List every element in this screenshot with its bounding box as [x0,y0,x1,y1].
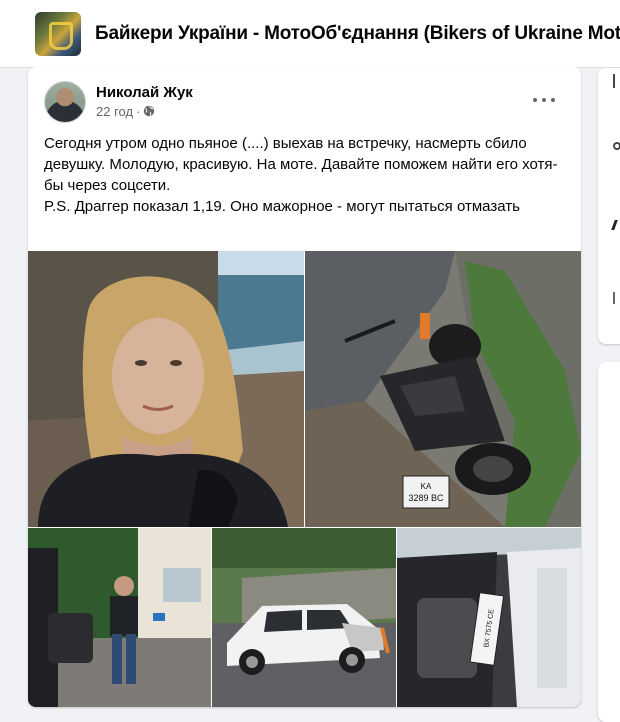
divider-icon [613,292,620,304]
post-card: Николай Жук 22 год · Сегодня утром одно … [28,67,581,707]
group-title[interactable]: Байкери України - МотоОб'єднання (Bikers… [95,23,620,45]
more-dot-icon [542,98,546,102]
svg-text:3289 BC: 3289 BC [408,493,444,503]
right-card [598,362,620,722]
more-dot-icon [533,98,537,102]
author-name[interactable]: Николай Жук [96,84,193,101]
globe-icon [143,105,155,117]
right-column [598,68,620,722]
divider-icon [613,74,620,88]
photo-woman-selfie[interactable] [28,251,304,527]
post-time-text[interactable]: 22 год [96,104,133,119]
post-timestamp: 22 год · [96,104,155,119]
lock-icon [611,220,620,230]
info-icon[interactable] [613,142,620,150]
right-card [598,68,620,344]
post-text-line: Сегодня утром одно пьяное (....) выехав … [44,135,558,194]
more-options-button[interactable] [529,89,559,111]
photo-man-standing[interactable] [28,528,211,707]
dot-separator: · [136,103,141,119]
post-header: Николай Жук 22 год · [44,79,193,125]
photo-crashed-motorcycle[interactable]: KA 3289 BC [305,251,581,527]
group-avatar[interactable] [35,11,81,56]
author-meta: Николай Жук 22 год · [96,84,193,121]
more-dot-icon [551,98,555,102]
photo-car-interior[interactable]: BX 7575 CE [397,528,581,707]
author-avatar[interactable] [44,81,86,123]
group-header: Байкери України - МотоОб'єднання (Bikers… [0,0,620,68]
post-text-line: P.S. Драггер показал 1,19. Оно мажорное … [44,198,520,215]
photo-crashed-car[interactable] [212,528,396,707]
svg-text:KA: KA [421,482,432,491]
post-text: Сегодня утром одно пьяное (....) выехав … [44,133,569,217]
